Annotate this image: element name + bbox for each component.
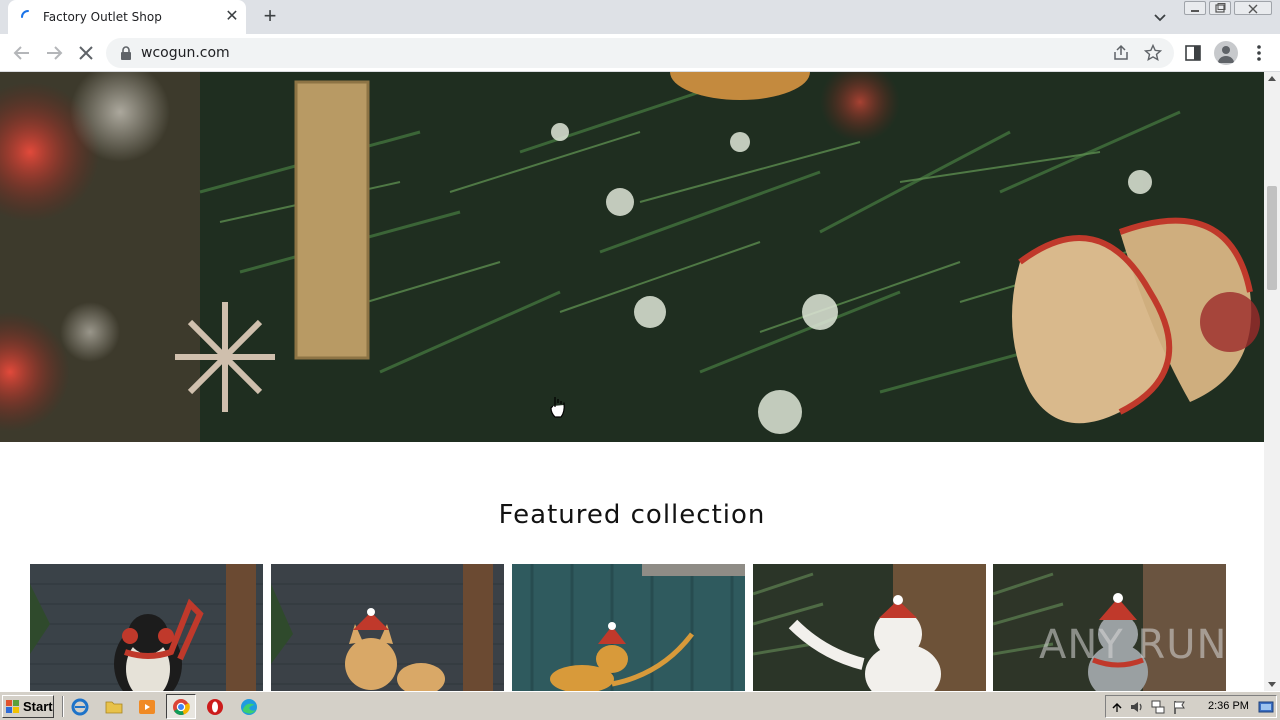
opera-icon[interactable] <box>205 697 225 717</box>
minimize-button[interactable] <box>1184 1 1206 15</box>
chevron-up-icon[interactable] <box>1109 699 1125 715</box>
stop-loading-icon[interactable] <box>74 41 98 65</box>
tab-title: Factory Outlet Shop <box>43 10 162 24</box>
maximize-button[interactable] <box>1209 1 1231 15</box>
internet-explorer-icon[interactable] <box>70 697 90 717</box>
system-tray: 2:36 PM <box>1105 695 1277 718</box>
page-viewport: Featured collection ANY RUN <box>0 72 1280 691</box>
back-arrow-icon[interactable] <box>10 41 34 65</box>
windows-flag-icon <box>6 700 19 713</box>
hand-cursor-icon <box>550 397 565 418</box>
tab-close-icon[interactable]: ✕ <box>223 8 241 26</box>
share-icon[interactable] <box>1112 44 1130 62</box>
url-text[interactable]: wcogun.com <box>141 45 230 61</box>
media-player-icon[interactable] <box>137 697 157 717</box>
bookmark-star-icon[interactable] <box>1144 44 1162 62</box>
network-icon[interactable] <box>1150 699 1166 715</box>
product-card-penguin[interactable] <box>30 564 263 691</box>
loading-spinner-icon <box>21 10 29 18</box>
browser-toolbar: wcogun.com <box>0 34 1280 72</box>
folder-icon[interactable] <box>104 697 124 717</box>
speaker-icon[interactable] <box>1129 699 1145 715</box>
profile-avatar-icon[interactable] <box>1214 41 1238 65</box>
scroll-down-icon[interactable] <box>1268 682 1276 687</box>
watermark-text: ANY RUN <box>1039 622 1228 668</box>
taskbar: Start 2:36 PM <box>0 691 1280 720</box>
scroll-up-icon[interactable] <box>1268 76 1276 81</box>
forward-arrow-icon[interactable] <box>42 41 66 65</box>
start-label: Start <box>23 699 53 714</box>
action-center-flag-icon[interactable] <box>1172 699 1188 715</box>
chrome-icon <box>173 699 190 715</box>
vertical-scrollbar[interactable] <box>1264 72 1280 691</box>
address-bar[interactable]: wcogun.com <box>106 38 1174 68</box>
hero-banner-image <box>0 72 1264 442</box>
start-button[interactable]: Start <box>2 695 54 718</box>
scroll-thumb[interactable] <box>1267 186 1277 290</box>
featured-collection-heading: Featured collection <box>498 500 766 530</box>
tab-strip: Factory Outlet Shop ✕ + <box>0 0 1280 34</box>
edge-icon[interactable] <box>239 697 259 717</box>
taskbar-clock[interactable]: 2:36 PM <box>1208 700 1249 712</box>
browser-tab[interactable]: Factory Outlet Shop ✕ <box>8 0 246 34</box>
chrome-taskbar-button[interactable] <box>166 694 196 719</box>
chevron-down-icon[interactable] <box>1150 7 1170 27</box>
show-desktop-icon[interactable] <box>1258 699 1274 715</box>
product-card-westie[interactable] <box>753 564 986 691</box>
lock-icon[interactable] <box>120 46 132 60</box>
new-tab-button[interactable]: + <box>258 5 282 29</box>
side-panel-icon[interactable] <box>1184 44 1202 62</box>
anyrun-watermark: ANY RUN <box>1035 618 1235 668</box>
close-window-button[interactable] <box>1234 1 1272 15</box>
taskbar-separator <box>62 696 64 717</box>
product-card-dachshund[interactable] <box>512 564 745 691</box>
product-card-dog[interactable] <box>271 564 504 691</box>
kebab-menu-icon[interactable] <box>1250 43 1268 63</box>
